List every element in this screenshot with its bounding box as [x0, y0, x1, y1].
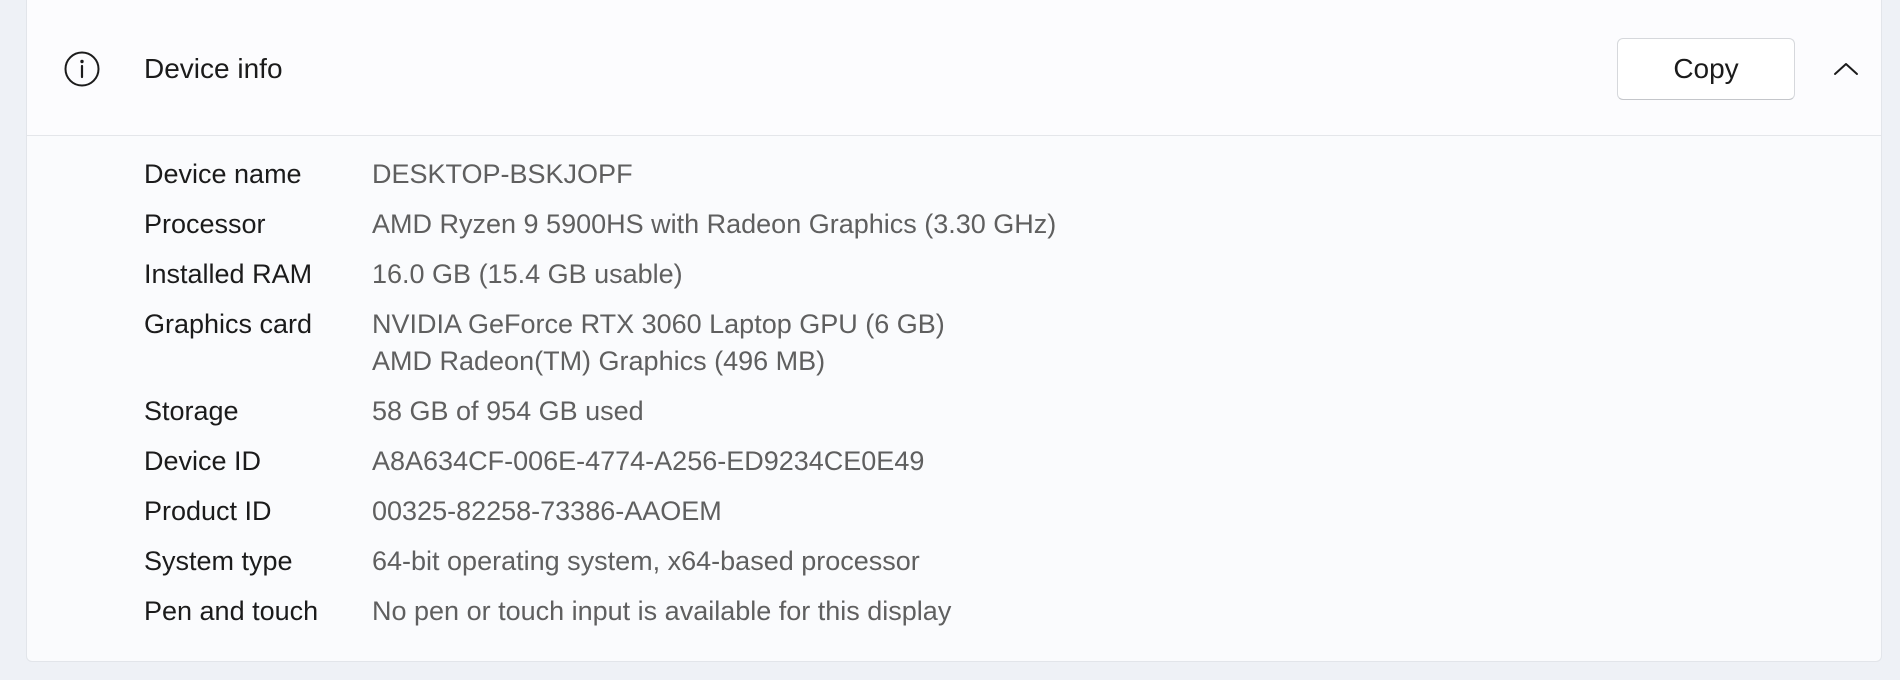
spec-label: Device name — [144, 159, 302, 189]
spec-value: 16.0 GB (15.4 GB usable) — [372, 259, 683, 289]
spec-label: Processor — [144, 209, 266, 239]
spec-value: 64-bit operating system, x64-based proce… — [372, 546, 920, 576]
spec-values: No pen or touch input is available for t… — [372, 593, 951, 630]
spec-label: Installed RAM — [144, 259, 313, 289]
spec-row-processor: Processor AMD Ryzen 9 5900HS with Radeon… — [144, 206, 1644, 243]
spec-values: AMD Ryzen 9 5900HS with Radeon Graphics … — [372, 206, 1056, 243]
spec-row-device-name: Device name DESKTOP-BSKJOPF — [144, 156, 1644, 193]
spec-value: 00325-82258-73386-AAOEM — [372, 496, 722, 526]
copy-button[interactable]: Copy — [1617, 38, 1795, 100]
spec-value: No pen or touch input is available for t… — [372, 596, 952, 626]
spec-values: DESKTOP-BSKJOPF — [372, 156, 633, 193]
spec-value: AMD Radeon(TM) Graphics (496 MB) — [372, 346, 826, 376]
spec-row-storage: Storage 58 GB of 954 GB used — [144, 393, 1644, 430]
spec-value: 58 GB of 954 GB used — [372, 396, 644, 426]
info-icon — [63, 50, 101, 88]
spec-values: 00325-82258-73386-AAOEM — [372, 493, 722, 530]
spec-label: System type — [144, 546, 293, 576]
spec-value: DESKTOP-BSKJOPF — [372, 159, 633, 189]
spec-label: Storage — [144, 396, 239, 426]
spec-values: 16.0 GB (15.4 GB usable) — [372, 256, 683, 293]
spec-row-pen-and-touch: Pen and touch No pen or touch input is a… — [144, 593, 1644, 630]
spec-row-installed-ram: Installed RAM 16.0 GB (15.4 GB usable) — [144, 256, 1644, 293]
spec-row-device-id: Device ID A8A634CF-006E-4774-A256-ED9234… — [144, 443, 1644, 480]
section-title: Device info — [144, 53, 283, 84]
spec-values: 58 GB of 954 GB used — [372, 393, 644, 430]
chevron-up-icon[interactable] — [1825, 48, 1867, 90]
spec-value: AMD Ryzen 9 5900HS with Radeon Graphics … — [372, 209, 1057, 239]
spec-row-system-type: System type 64-bit operating system, x64… — [144, 543, 1644, 580]
device-info-card: Device info Copy Device name DESKTOP-BSK… — [26, 0, 1882, 662]
spec-list: Device name DESKTOP-BSKJOPF Processor AM… — [144, 156, 1644, 643]
spec-label: Pen and touch — [144, 596, 319, 626]
spec-values: 64-bit operating system, x64-based proce… — [372, 543, 920, 580]
spec-label: Graphics card — [144, 309, 313, 339]
spec-label: Product ID — [144, 496, 272, 526]
spec-row-graphics-card: Graphics card NVIDIA GeForce RTX 3060 La… — [144, 306, 1644, 380]
spec-value: NVIDIA GeForce RTX 3060 Laptop GPU (6 GB… — [372, 309, 945, 339]
device-info-header[interactable]: Device info Copy — [27, 0, 1881, 136]
spec-label: Device ID — [144, 446, 262, 476]
spec-value: A8A634CF-006E-4774-A256-ED9234CE0E49 — [372, 446, 925, 476]
spec-row-product-id: Product ID 00325-82258-73386-AAOEM — [144, 493, 1644, 530]
spec-values: NVIDIA GeForce RTX 3060 Laptop GPU (6 GB… — [372, 306, 945, 380]
spec-values: A8A634CF-006E-4774-A256-ED9234CE0E49 — [372, 443, 924, 480]
